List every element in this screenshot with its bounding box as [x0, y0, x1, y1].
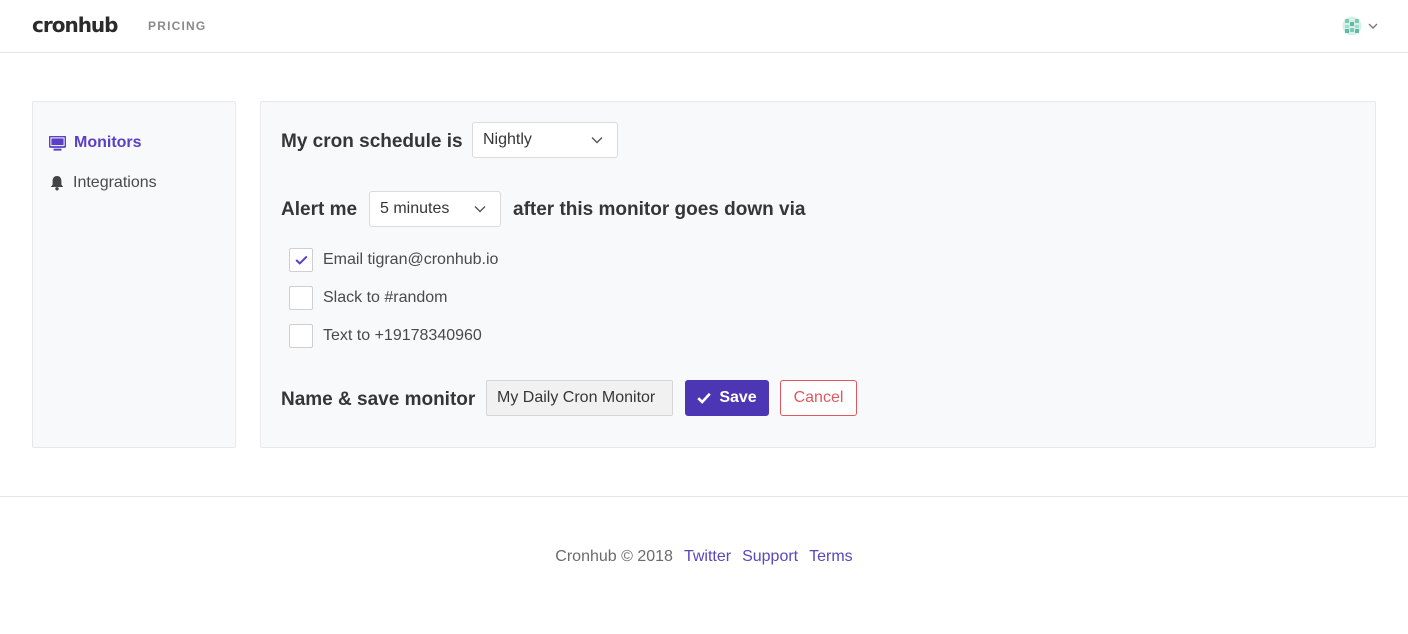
- slack-checkbox[interactable]: [289, 286, 313, 310]
- footer: Cronhub © 2018 Twitter Support Terms: [0, 548, 1408, 566]
- channel-slack-option[interactable]: Slack to #random: [289, 286, 448, 310]
- sidebar: Monitors Integrations: [32, 101, 236, 448]
- monitor-name-input[interactable]: [486, 380, 673, 416]
- monitor-form: My cron schedule is Nightly Alert me 5 m…: [260, 101, 1376, 448]
- top-navbar: cronhub PRICING: [0, 0, 1408, 53]
- checkmark-icon: [295, 255, 308, 265]
- footer-link-terms[interactable]: Terms: [809, 548, 853, 565]
- checkmark-icon: [697, 392, 712, 404]
- user-menu[interactable]: [1342, 16, 1378, 36]
- name-save-label: Name & save monitor: [281, 389, 476, 410]
- channel-sms-option[interactable]: Text to +19178340960: [289, 324, 482, 348]
- cancel-button[interactable]: Cancel: [780, 380, 857, 416]
- sidebar-item-label: Monitors: [74, 134, 142, 151]
- email-option-label: Email tigran@cronhub.io: [323, 251, 499, 268]
- schedule-label: My cron schedule is: [281, 131, 463, 152]
- nav-pricing-link[interactable]: PRICING: [148, 19, 206, 33]
- sidebar-item-monitors[interactable]: Monitors: [49, 134, 142, 152]
- footer-link-support[interactable]: Support: [742, 548, 798, 565]
- monitor-icon: [49, 135, 66, 151]
- channel-email-option[interactable]: Email tigran@cronhub.io: [289, 248, 498, 272]
- sidebar-item-integrations[interactable]: Integrations: [49, 174, 157, 192]
- chevron-down-icon: [474, 206, 486, 213]
- sms-checkbox[interactable]: [289, 324, 313, 348]
- bell-icon: [50, 176, 64, 191]
- alert-delay-value: 5 minutes: [380, 200, 450, 217]
- schedule-select[interactable]: Nightly: [472, 122, 618, 158]
- cronhub-logo[interactable]: cronhub: [32, 13, 118, 37]
- chevron-down-icon: [591, 137, 603, 144]
- alert-delay-select[interactable]: 5 minutes: [369, 191, 501, 227]
- sidebar-item-label: Integrations: [73, 174, 157, 191]
- footer-copyright: Cronhub © 2018: [555, 548, 673, 565]
- email-checkbox[interactable]: [289, 248, 313, 272]
- save-button[interactable]: Save: [685, 380, 769, 416]
- save-button-label: Save: [719, 389, 757, 406]
- footer-link-twitter[interactable]: Twitter: [684, 548, 731, 565]
- chevron-down-icon[interactable]: [1368, 22, 1378, 30]
- schedule-select-value: Nightly: [483, 131, 532, 148]
- slack-option-label: Slack to #random: [323, 289, 448, 306]
- footer-divider: [0, 496, 1408, 497]
- sms-option-label: Text to +19178340960: [323, 327, 482, 344]
- avatar[interactable]: [1342, 16, 1362, 36]
- alert-suffix-label: after this monitor goes down via: [513, 199, 806, 220]
- alert-label: Alert me: [281, 199, 358, 220]
